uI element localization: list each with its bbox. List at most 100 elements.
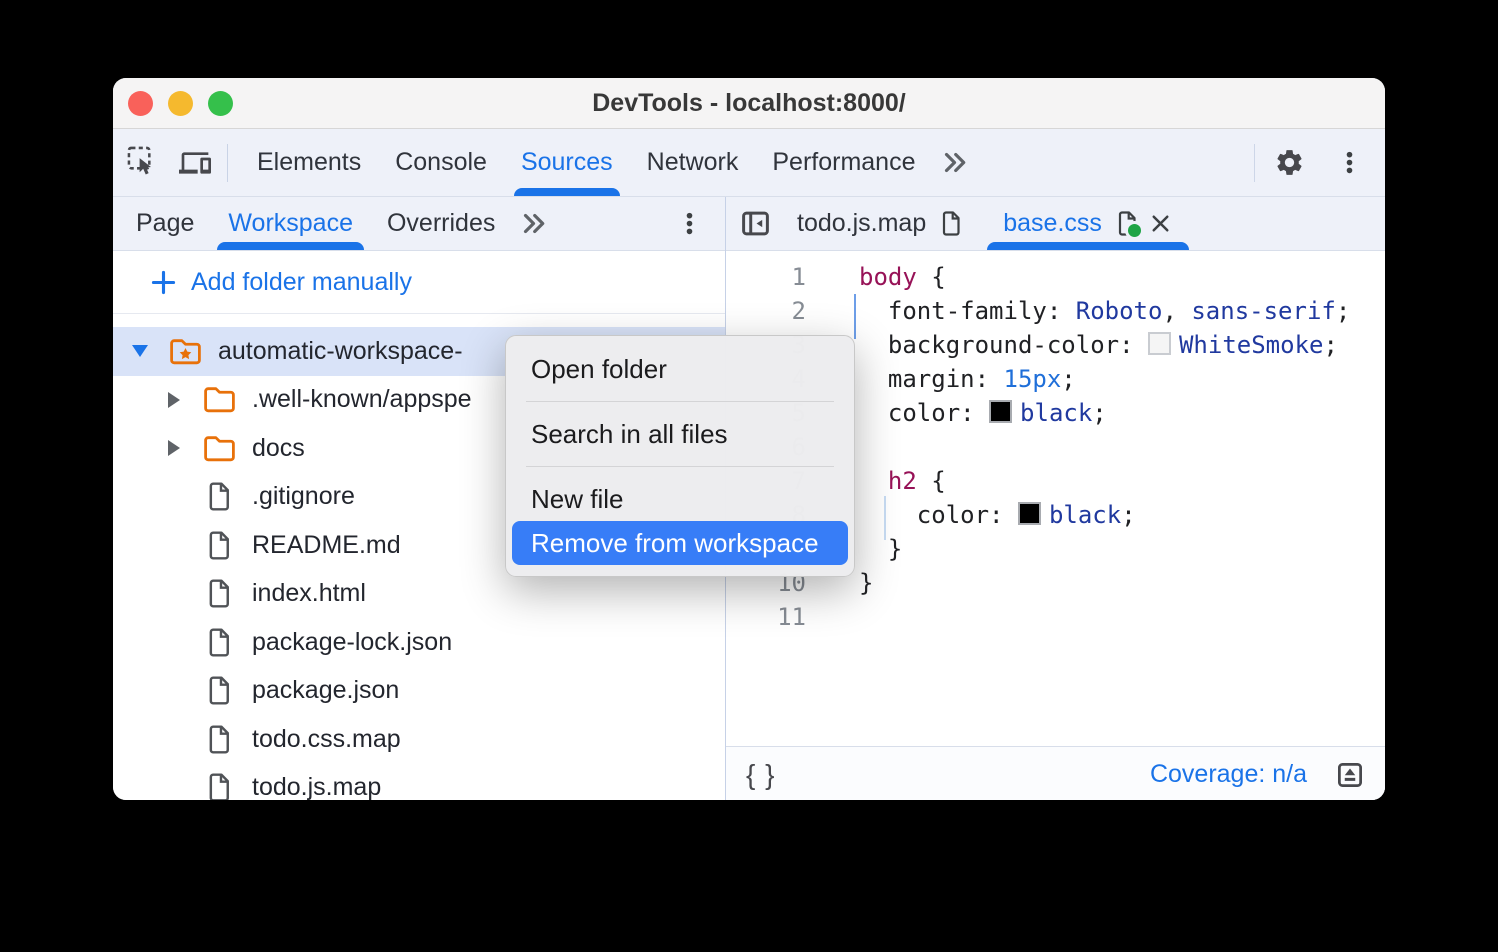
devtools-window: DevTools - localhost:8000/ ElementsConso… xyxy=(113,78,1385,800)
tree-row-todo-js-map[interactable]: todo.js.map xyxy=(113,764,725,801)
navigator-tab-workspace[interactable]: Workspace xyxy=(211,197,370,250)
navigator-tab-page[interactable]: Page xyxy=(119,197,211,250)
code-line: 11 xyxy=(726,600,1385,634)
tab-sources[interactable]: Sources xyxy=(504,129,630,196)
tree-item-label: todo.css.map xyxy=(252,725,401,754)
editor-tabs: todo.js.map base.css xyxy=(771,197,1193,250)
kebab-menu-icon[interactable] xyxy=(1327,140,1371,186)
line-number: 11 xyxy=(726,600,806,634)
editor-tab-todo-js-map[interactable]: todo.js.map xyxy=(777,197,983,250)
indent-guide xyxy=(884,496,886,540)
inspect-icon[interactable] xyxy=(121,140,165,186)
toolbar-right xyxy=(1254,140,1385,186)
file-icon xyxy=(199,724,239,755)
css-selector: h2 xyxy=(888,467,917,495)
file-icon xyxy=(199,675,239,706)
editor-tabbar: todo.js.map base.css xyxy=(726,197,1385,251)
tab-elements[interactable]: Elements xyxy=(240,129,378,196)
pretty-print-icon[interactable]: { } xyxy=(746,759,775,791)
panel-tabs: ElementsConsoleSourcesNetworkPerformance xyxy=(240,129,932,196)
tree-item-label: .well-known/appspe xyxy=(252,385,472,414)
more-navigator-tabs-icon[interactable] xyxy=(520,210,547,237)
unsaved-changes-dot xyxy=(1125,221,1144,240)
color-swatch-whitesmoke[interactable] xyxy=(1148,332,1171,355)
tab-performance[interactable]: Performance xyxy=(755,129,932,196)
file-icon xyxy=(199,772,239,800)
folder-icon xyxy=(199,433,239,464)
window-title: DevTools - localhost:8000/ xyxy=(113,89,1385,118)
minimize-window-button[interactable] xyxy=(168,91,193,116)
line-number: 1 xyxy=(726,260,806,294)
main-toolbar: ElementsConsoleSourcesNetworkPerformance xyxy=(113,129,1385,197)
context-menu: Open folder Search in all files New fileRe… xyxy=(505,335,855,577)
tree-item-label: docs xyxy=(252,434,305,463)
code-line: 1body { xyxy=(726,260,1385,294)
toolbar-divider xyxy=(1254,144,1255,182)
code-line: 2 font-family: Roboto, sans-serif; xyxy=(726,294,1385,328)
code-text: background-color: WhiteSmoke; xyxy=(806,328,1338,362)
menu-separator xyxy=(526,466,834,467)
desktop: { "window_title": "DevTools - localhost:… xyxy=(0,0,1498,952)
editor-tab-base-css[interactable]: base.css xyxy=(983,197,1193,250)
folder-star-icon xyxy=(165,336,205,367)
file-icon xyxy=(199,578,239,609)
menu-item-new-file[interactable]: New file xyxy=(512,477,848,521)
menu-item-remove-from-workspace[interactable]: Remove from workspace xyxy=(512,521,848,565)
tree-item-label: todo.js.map xyxy=(252,773,381,800)
tree-item-label: index.html xyxy=(252,579,366,608)
tree-row-package-lock-json[interactable]: package-lock.json xyxy=(113,618,725,667)
code-text xyxy=(806,600,859,634)
tree-item-label: package-lock.json xyxy=(252,628,452,657)
tree-row-todo-css-map[interactable]: todo.css.map xyxy=(113,715,725,764)
editor-tab-label: base.css xyxy=(1003,209,1102,238)
folder-icon xyxy=(199,384,239,415)
toggle-navigator-icon[interactable] xyxy=(740,208,771,239)
color-swatch-black[interactable] xyxy=(989,400,1012,423)
navigator-tabbar: PageWorkspaceOverrides xyxy=(113,197,725,251)
file-icon xyxy=(199,627,239,658)
menu-item-search-in-all-files[interactable]: Search in all files xyxy=(512,412,848,456)
tree-item-label: README.md xyxy=(252,531,401,560)
show-drawer-icon[interactable] xyxy=(1335,760,1365,790)
menu-separator xyxy=(526,401,834,402)
chevron-right-icon[interactable] xyxy=(157,440,191,456)
navigator-kebab-menu-icon[interactable] xyxy=(676,210,703,237)
close-icon[interactable] xyxy=(1148,211,1173,236)
editor-tab-label: todo.js.map xyxy=(797,209,926,238)
add-folder-label: Add folder manually xyxy=(191,268,412,297)
close-window-button[interactable] xyxy=(128,91,153,116)
line-number: 2 xyxy=(726,294,806,328)
tree-item-label: package.json xyxy=(252,676,399,705)
gear-icon[interactable] xyxy=(1267,140,1311,186)
chevron-right-icon[interactable] xyxy=(157,392,191,408)
menu-item-open-folder[interactable]: Open folder xyxy=(512,347,848,391)
indent-guide xyxy=(854,294,856,339)
code-text: color: black; xyxy=(806,498,1136,532)
zoom-window-button[interactable] xyxy=(208,91,233,116)
code-text: font-family: Roboto, sans-serif; xyxy=(806,294,1350,328)
navigator-tabs: PageWorkspaceOverrides xyxy=(119,197,512,250)
file-icon xyxy=(199,530,239,561)
code-text: body { xyxy=(806,260,946,294)
titlebar: DevTools - localhost:8000/ xyxy=(113,78,1385,129)
navigator-tab-overrides[interactable]: Overrides xyxy=(370,197,512,250)
tab-console[interactable]: Console xyxy=(378,129,504,196)
tab-network[interactable]: Network xyxy=(630,129,756,196)
device-toolbar-icon[interactable] xyxy=(173,140,217,186)
tree-row-package-json[interactable]: package.json xyxy=(113,667,725,716)
more-panels-icon[interactable] xyxy=(932,140,976,186)
file-icon xyxy=(1115,210,1139,237)
file-icon xyxy=(199,481,239,512)
file-icon xyxy=(939,210,963,237)
plus-icon xyxy=(149,268,178,297)
editor-statusbar: { } Coverage: n/a xyxy=(726,746,1385,800)
tree-item-label: .gitignore xyxy=(252,482,355,511)
toolbar-divider xyxy=(227,144,228,182)
tree-item-label: automatic-workspace- xyxy=(218,337,463,366)
css-selector: body xyxy=(859,263,917,291)
coverage-link[interactable]: Coverage: n/a xyxy=(1150,760,1307,789)
color-swatch-black[interactable] xyxy=(1018,502,1041,525)
chevron-down-icon[interactable] xyxy=(123,345,157,357)
traffic-lights xyxy=(128,91,233,116)
add-folder-row[interactable]: Add folder manually xyxy=(113,251,725,314)
